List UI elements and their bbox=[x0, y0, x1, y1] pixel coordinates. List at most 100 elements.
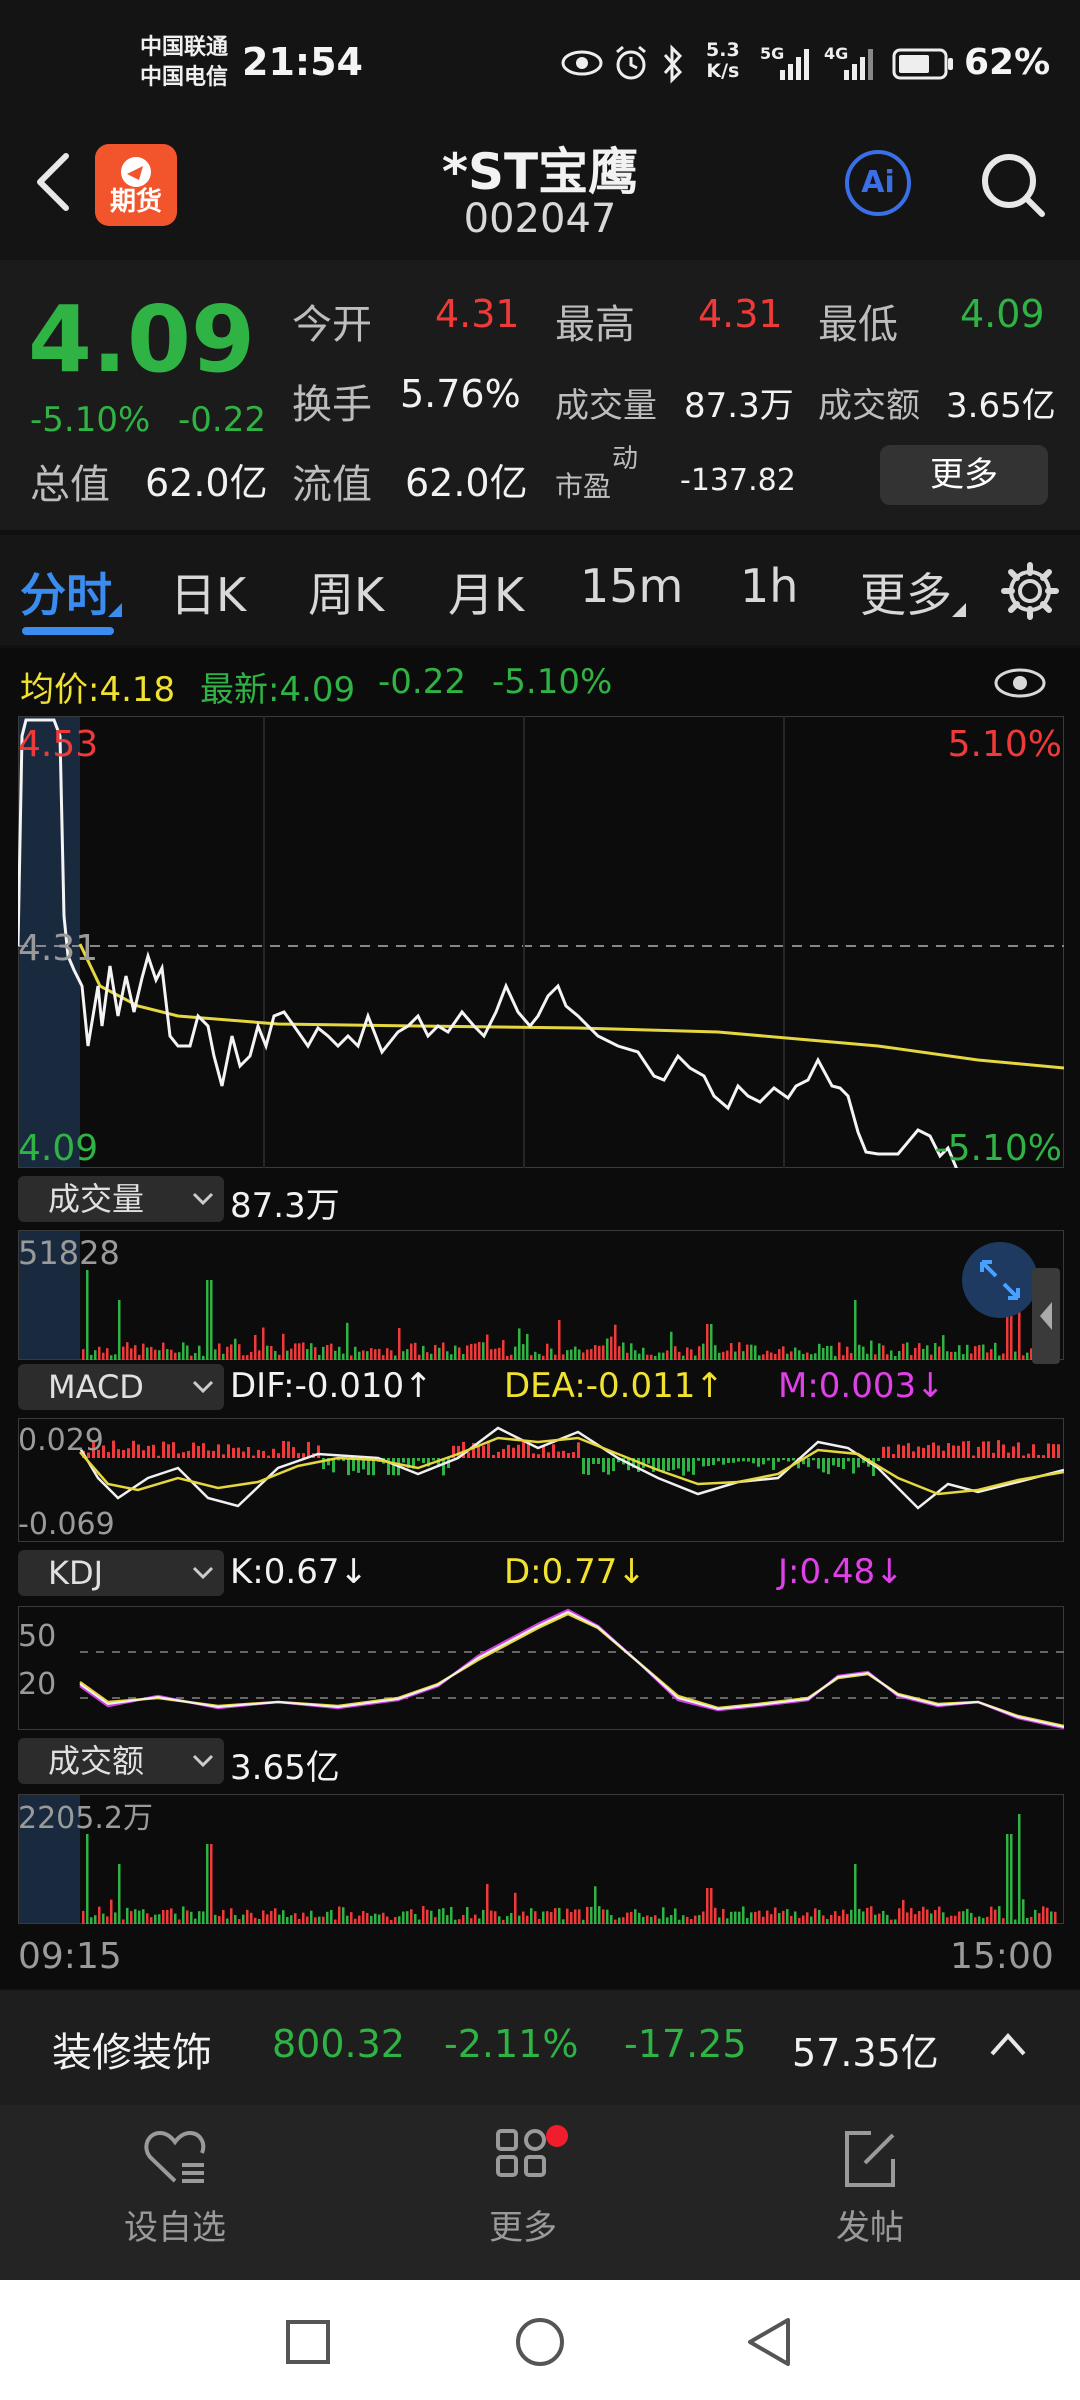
bar bbox=[174, 1352, 177, 1360]
system-navigation-bar bbox=[0, 2280, 1080, 2400]
bar bbox=[586, 1349, 589, 1360]
bar bbox=[862, 1346, 865, 1360]
bar bbox=[530, 1908, 533, 1924]
bar bbox=[614, 1324, 617, 1360]
volume-chart[interactable]: 51828 bbox=[18, 1230, 1064, 1360]
tab-1h[interactable]: 1h bbox=[740, 559, 798, 613]
visibility-eye-icon[interactable] bbox=[992, 666, 1048, 700]
bar bbox=[842, 1909, 845, 1924]
bar bbox=[190, 1911, 193, 1924]
bar bbox=[654, 1915, 657, 1924]
bar bbox=[570, 1911, 573, 1924]
bar bbox=[970, 1353, 973, 1360]
tab-more[interactable]: 更多 bbox=[860, 559, 952, 625]
bar bbox=[302, 1912, 305, 1924]
bar bbox=[538, 1353, 541, 1360]
bar bbox=[1050, 1911, 1053, 1924]
bar bbox=[330, 1910, 333, 1924]
macd-bar bbox=[742, 1458, 745, 1462]
back-arrow-icon[interactable] bbox=[30, 152, 80, 212]
post-button[interactable]: 发帖 bbox=[770, 2125, 970, 2249]
bar bbox=[310, 1343, 313, 1360]
bar bbox=[210, 1844, 213, 1924]
macd-bar bbox=[727, 1458, 730, 1463]
macd-bar bbox=[592, 1458, 595, 1464]
bar bbox=[126, 1907, 129, 1924]
tab-15m[interactable]: 15m bbox=[580, 559, 683, 613]
tab-daily-k[interactable]: 日K bbox=[170, 559, 246, 625]
bar bbox=[458, 1347, 461, 1360]
bar bbox=[462, 1914, 465, 1924]
bar bbox=[902, 1899, 905, 1924]
volume-chart-frame bbox=[18, 1230, 1064, 1360]
bar bbox=[158, 1914, 161, 1924]
more-tools-button[interactable]: 更多 bbox=[423, 2125, 623, 2249]
macd-bar bbox=[532, 1453, 535, 1458]
bar bbox=[406, 1911, 409, 1924]
home-circle-icon[interactable] bbox=[514, 2316, 566, 2368]
high-value: 4.31 bbox=[698, 292, 783, 336]
bar bbox=[1042, 1906, 1045, 1924]
volume-selector[interactable]: 成交量 bbox=[18, 1176, 224, 1222]
bar bbox=[322, 1916, 325, 1924]
macd-bar bbox=[1037, 1454, 1040, 1458]
price-line bbox=[18, 718, 958, 1168]
macd-bar bbox=[1012, 1446, 1015, 1458]
bar bbox=[682, 1355, 685, 1360]
ai-button[interactable]: Ai bbox=[845, 150, 911, 216]
tab-intraday[interactable]: 分时 bbox=[20, 559, 112, 625]
chevron-up-icon[interactable] bbox=[988, 2030, 1028, 2058]
bar bbox=[686, 1347, 689, 1360]
macd-chart[interactable]: 0.029 -0.069 bbox=[18, 1418, 1064, 1542]
bar bbox=[262, 1327, 265, 1360]
bar bbox=[874, 1354, 877, 1360]
macd-bar bbox=[122, 1449, 125, 1458]
bar bbox=[206, 1844, 209, 1924]
tab-monthly-k[interactable]: 月K bbox=[448, 559, 524, 625]
bar bbox=[126, 1342, 129, 1360]
kdj-selector[interactable]: KDJ bbox=[18, 1550, 224, 1596]
add-watchlist-button[interactable]: 设自选 bbox=[75, 2125, 275, 2249]
bar bbox=[166, 1349, 169, 1360]
macd-bar bbox=[257, 1449, 260, 1458]
bar bbox=[422, 1345, 425, 1360]
bar bbox=[1030, 1916, 1033, 1924]
macd-bar bbox=[847, 1458, 850, 1462]
bar bbox=[290, 1348, 293, 1360]
amount-selector[interactable]: 成交额 bbox=[18, 1738, 224, 1784]
bar bbox=[766, 1350, 769, 1360]
tab-weekly-k[interactable]: 周K bbox=[308, 559, 384, 625]
settings-gear-icon[interactable] bbox=[1000, 561, 1060, 621]
macd-bar bbox=[402, 1458, 405, 1463]
bar bbox=[846, 1346, 849, 1360]
macd-bar bbox=[1047, 1443, 1050, 1458]
bar bbox=[866, 1353, 869, 1360]
bar bbox=[1022, 1899, 1025, 1924]
macd-bar bbox=[662, 1458, 665, 1473]
bar bbox=[378, 1348, 381, 1360]
bar bbox=[598, 1906, 601, 1924]
expand-chart-button[interactable] bbox=[962, 1242, 1038, 1318]
bar bbox=[1014, 1351, 1017, 1360]
bar bbox=[418, 1354, 421, 1360]
bar bbox=[982, 1344, 985, 1360]
open-value: 4.31 bbox=[435, 292, 520, 336]
bar bbox=[518, 1915, 521, 1924]
side-panel-handle[interactable] bbox=[1032, 1268, 1060, 1364]
macd-selector[interactable]: MACD bbox=[18, 1364, 224, 1410]
back-triangle-icon[interactable] bbox=[744, 2316, 794, 2368]
macd-bar bbox=[537, 1454, 540, 1458]
amount-chart[interactable]: 2205.2万 bbox=[18, 1794, 1064, 1924]
bar bbox=[778, 1913, 781, 1924]
kdj-50-label: 50 bbox=[18, 1619, 56, 1654]
recent-apps-icon[interactable] bbox=[284, 2318, 332, 2366]
search-icon[interactable] bbox=[978, 150, 1048, 220]
price-chart[interactable]: 4.53 4.31 4.09 5.10% -5.10% bbox=[18, 716, 1064, 1168]
futures-logo[interactable]: 期货 bbox=[95, 144, 177, 226]
macd-bar bbox=[702, 1458, 705, 1467]
sector-ticker[interactable]: 装修装饰 800.32 -2.11% -17.25 57.35亿 bbox=[0, 1990, 1080, 2105]
bar bbox=[274, 1908, 277, 1924]
bar bbox=[834, 1911, 837, 1924]
more-quote-button[interactable]: 更多 bbox=[880, 445, 1048, 505]
kdj-chart[interactable]: 50 20 bbox=[18, 1606, 1064, 1730]
